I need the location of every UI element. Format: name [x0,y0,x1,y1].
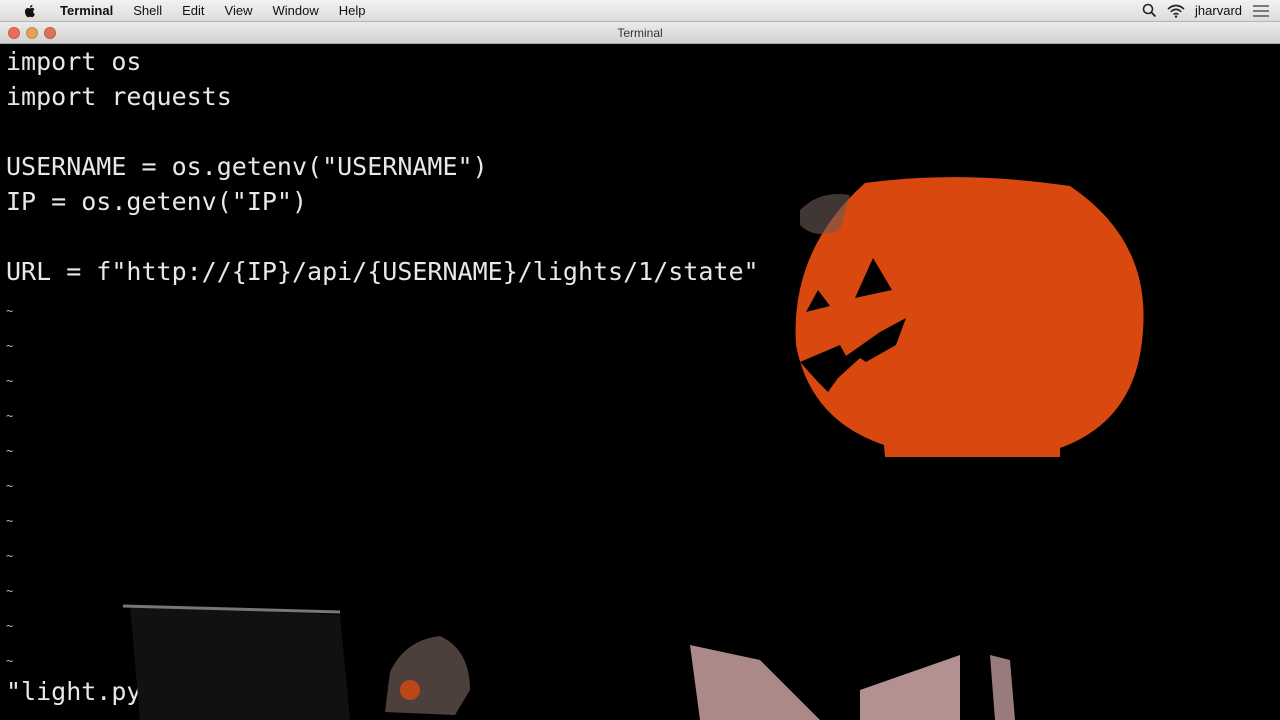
search-icon[interactable] [1142,3,1157,18]
empty-line-marker: ~ [6,374,14,388]
terminal-editor[interactable]: import os import requests USERNAME = os.… [0,44,1280,720]
menu-app-terminal[interactable]: Terminal [50,0,123,22]
code-line[interactable]: import os [6,44,141,79]
code-line[interactable]: URL = f"http://{IP}/api/{USERNAME}/light… [6,254,759,289]
user-name[interactable]: jharvard [1195,3,1242,18]
apple-icon[interactable] [22,3,38,19]
empty-line-marker: ~ [6,619,14,633]
menu-bar: Terminal Shell Edit View Window Help jha… [0,0,1280,22]
vim-status-line: "light.py [6,677,142,706]
code-line[interactable]: USERNAME = os.getenv("USERNAME") [6,149,488,184]
menu-help[interactable]: Help [329,0,376,22]
empty-line-marker: ~ [6,479,14,493]
empty-line-marker: ~ [6,409,14,423]
menu-edit[interactable]: Edit [172,0,214,22]
window-title-bar[interactable]: Terminal [0,22,1280,44]
empty-line-marker: ~ [6,549,14,563]
window-title: Terminal [617,26,663,40]
empty-line-marker: ~ [6,339,14,353]
empty-line-marker: ~ [6,514,14,528]
empty-line-marker: ~ [6,304,14,318]
status-area: jharvard [1142,3,1280,18]
menu-icon[interactable] [1252,4,1270,18]
menu-shell[interactable]: Shell [123,0,172,22]
code-line[interactable]: IP = os.getenv("IP") [6,184,307,219]
code-line[interactable]: import requests [6,79,232,114]
menu-view[interactable]: View [215,0,263,22]
wifi-icon[interactable] [1167,4,1185,18]
menu-window[interactable]: Window [263,0,329,22]
empty-line-marker: ~ [6,584,14,598]
empty-line-marker: ~ [6,444,14,458]
